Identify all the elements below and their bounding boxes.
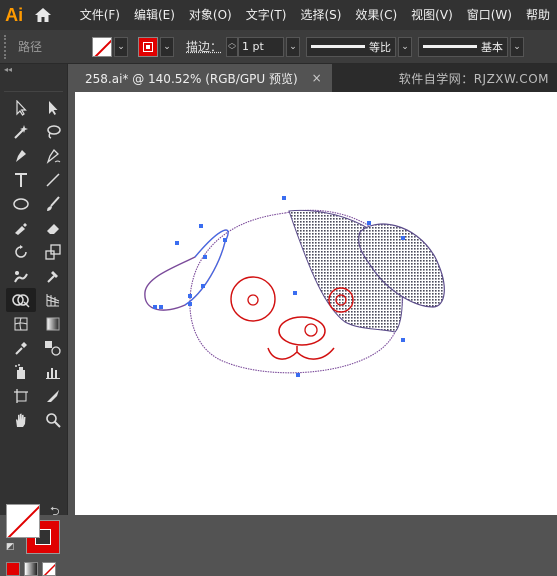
stroke-weight-chevron-icon[interactable]: ⌄ bbox=[286, 36, 301, 57]
blend-icon[interactable] bbox=[38, 336, 68, 360]
shape-builder-icon[interactable] bbox=[6, 288, 36, 312]
column-graph-icon[interactable] bbox=[38, 360, 68, 384]
fill-stroke-widget: ⮌ ◩ bbox=[6, 502, 64, 554]
profile-label: 等比 bbox=[369, 40, 392, 54]
symbol-sprayer-icon[interactable] bbox=[6, 360, 36, 384]
profile-line-preview bbox=[311, 45, 366, 48]
paintbrush-icon[interactable] bbox=[38, 192, 68, 216]
toolbar-grip[interactable] bbox=[4, 76, 63, 92]
menu-help[interactable]: 帮助 bbox=[519, 0, 557, 30]
stroke-dropdown-chevron-icon[interactable]: ⌄ bbox=[160, 36, 174, 57]
gradient-icon[interactable] bbox=[38, 312, 68, 336]
stroke-weight-input[interactable]: 1 pt bbox=[238, 36, 285, 57]
menu-effect[interactable]: 效果(C) bbox=[348, 0, 404, 30]
selection-arrow-icon[interactable] bbox=[6, 96, 36, 120]
canvas-gutter bbox=[68, 64, 75, 515]
menu-edit[interactable]: 编辑(E) bbox=[127, 0, 182, 30]
document-tab-bar: 258.ai* @ 140.52% (RGB/GPU 预览) × 软件自学网：R… bbox=[75, 64, 557, 92]
brush-line-preview bbox=[423, 45, 478, 48]
selection-type-label: 路径 bbox=[18, 40, 43, 54]
none-mode-icon[interactable] bbox=[42, 562, 56, 576]
brush-definition[interactable]: 基本 bbox=[418, 36, 509, 57]
artwork[interactable] bbox=[75, 92, 557, 515]
slice-icon[interactable] bbox=[38, 384, 68, 408]
mesh-icon[interactable] bbox=[6, 312, 36, 336]
hand-icon[interactable] bbox=[6, 408, 36, 432]
stroke-weight-stepper-icon[interactable]: ︿ ﹀ bbox=[226, 36, 239, 57]
menu-file[interactable]: 文件(F) bbox=[73, 0, 127, 30]
artboard-icon[interactable] bbox=[6, 384, 36, 408]
artboard-canvas[interactable] bbox=[75, 92, 557, 515]
brush-chevron-icon[interactable]: ⌄ bbox=[510, 36, 525, 57]
fill-color-swatch[interactable] bbox=[92, 36, 112, 57]
left-eye-outer[interactable] bbox=[230, 276, 276, 322]
close-icon[interactable]: × bbox=[312, 71, 322, 85]
menu-select[interactable]: 选择(S) bbox=[293, 0, 348, 30]
pen-icon[interactable] bbox=[6, 144, 36, 168]
variable-width-profile[interactable]: 等比 bbox=[306, 36, 397, 57]
menu-items: 文件(F) 编辑(E) 对象(O) 文字(T) 选择(S) 效果(C) 视图(V… bbox=[73, 0, 557, 30]
type-icon[interactable] bbox=[6, 168, 36, 192]
tool-grid bbox=[0, 92, 67, 432]
lasso-icon[interactable] bbox=[38, 120, 68, 144]
free-transform-icon[interactable] bbox=[38, 264, 68, 288]
magic-wand-icon[interactable] bbox=[6, 120, 36, 144]
menu-bar: Ai 文件(F) 编辑(E) 对象(O) 文字(T) 选择(S) 效果(C) 视… bbox=[0, 0, 557, 30]
stroke-label[interactable]: 描边： bbox=[186, 38, 222, 55]
document-tab[interactable]: 258.ai* @ 140.52% (RGB/GPU 预览) × bbox=[75, 64, 332, 92]
shaper-icon[interactable] bbox=[6, 216, 36, 240]
rotate-icon[interactable] bbox=[6, 240, 36, 264]
tools-panel: ◂◂ ⮌ ◩ bbox=[0, 64, 68, 576]
default-colors-icon[interactable]: ◩ bbox=[6, 542, 18, 554]
control-bar: 路径 ⌄ ⌄ 描边： ︿ ﹀ 1 pt ⌄ 等比 ⌄ 基本 ⌄ bbox=[0, 30, 557, 64]
scale-icon[interactable] bbox=[38, 240, 68, 264]
menu-window[interactable]: 窗口(W) bbox=[460, 0, 519, 30]
nose-shape[interactable] bbox=[278, 316, 326, 346]
gradient-mode-icon[interactable] bbox=[24, 562, 38, 576]
eyedropper-icon[interactable] bbox=[6, 336, 36, 360]
color-mode-icon[interactable] bbox=[6, 562, 20, 576]
line-segment-icon[interactable] bbox=[38, 168, 68, 192]
nose-highlight[interactable] bbox=[304, 323, 318, 337]
ellipse-icon[interactable] bbox=[6, 192, 36, 216]
left-eye-inner[interactable] bbox=[247, 294, 259, 306]
collapse-panel-icon[interactable]: ◂◂ bbox=[0, 64, 67, 76]
mouth-shape[interactable] bbox=[267, 346, 335, 360]
puppet-warp-icon[interactable] bbox=[6, 264, 36, 288]
home-icon[interactable] bbox=[28, 0, 56, 30]
menu-type[interactable]: 文字(T) bbox=[239, 0, 294, 30]
profile-chevron-icon[interactable]: ⌄ bbox=[398, 36, 413, 57]
brush-label: 基本 bbox=[481, 40, 504, 54]
direct-selection-icon[interactable] bbox=[38, 96, 68, 120]
app-logo: Ai bbox=[5, 4, 24, 25]
fill-dropdown-chevron-icon[interactable]: ⌄ bbox=[114, 36, 128, 57]
left-ear-selection-path bbox=[184, 229, 229, 306]
stroke-color-swatch[interactable] bbox=[138, 36, 158, 57]
curvature-pen-icon[interactable] bbox=[38, 144, 68, 168]
fill-color-large[interactable] bbox=[6, 504, 40, 538]
perspective-grid-icon[interactable] bbox=[38, 288, 68, 312]
document-tab-title: 258.ai* @ 140.52% (RGB/GPU 预览) bbox=[85, 71, 298, 86]
menu-object[interactable]: 对象(O) bbox=[182, 0, 239, 30]
panel-grip[interactable] bbox=[4, 34, 12, 59]
color-mode-row bbox=[6, 562, 56, 576]
watermark-text: 软件自学网：RJZXW.COM bbox=[398, 71, 549, 86]
eraser-icon[interactable] bbox=[38, 216, 68, 240]
zoom-icon[interactable] bbox=[38, 408, 68, 432]
menu-view[interactable]: 视图(V) bbox=[404, 0, 460, 30]
